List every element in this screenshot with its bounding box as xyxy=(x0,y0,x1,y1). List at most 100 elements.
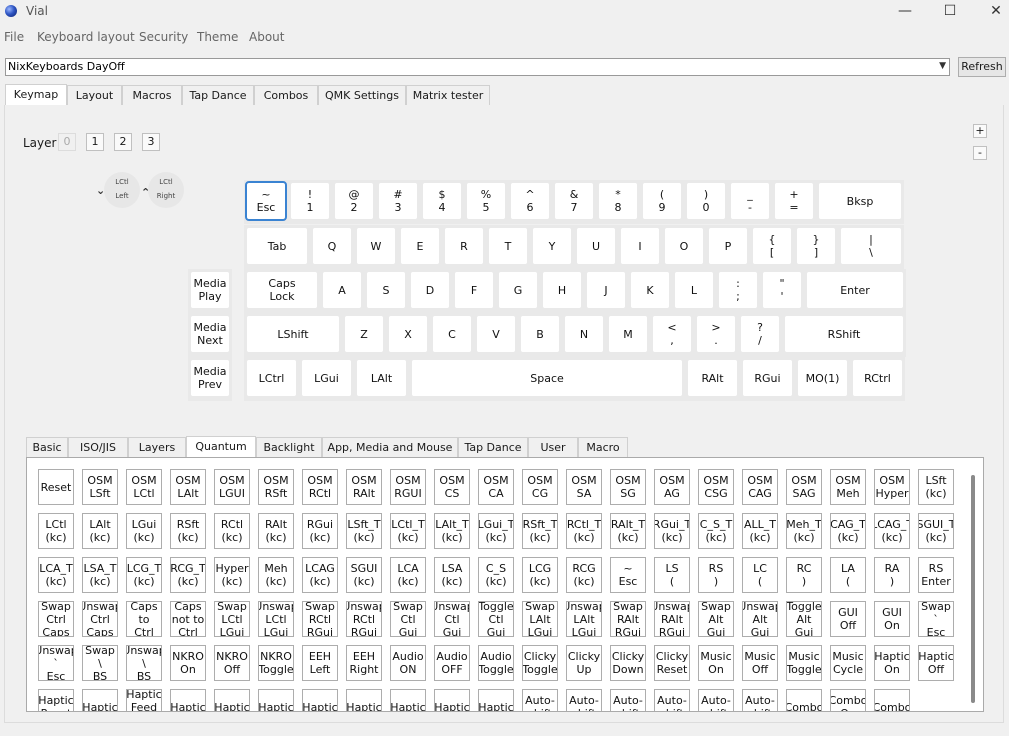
quantum-key[interactable]: Haptic xyxy=(258,689,294,711)
quantum-key[interactable]: OSM LCtl xyxy=(126,469,162,505)
menu-theme[interactable]: Theme xyxy=(197,30,238,44)
quantum-key[interactable]: UnswapAltGui xyxy=(742,601,778,637)
quantum-key[interactable]: Auto-shift xyxy=(698,689,734,711)
refresh-button[interactable]: Refresh xyxy=(958,57,1006,77)
encoder-right[interactable]: LCtl Right xyxy=(148,172,184,208)
keymap-key[interactable]: & 7 xyxy=(552,180,596,224)
quantum-key[interactable]: RSft_T (kc) xyxy=(522,513,558,549)
tab-matrix-tester[interactable]: Matrix tester xyxy=(406,85,490,105)
quantum-key[interactable]: Clicky Down xyxy=(610,645,646,681)
keymap-key[interactable]: | \ xyxy=(838,225,904,269)
keymap-key[interactable]: J xyxy=(584,269,628,313)
quantum-key[interactable]: Auto-shift xyxy=(566,689,602,711)
quantum-key[interactable]: SGUI (kc) xyxy=(346,557,382,593)
menu-file[interactable]: File xyxy=(4,30,24,44)
subtab-basic[interactable]: Basic xyxy=(26,437,68,457)
layer-button-3[interactable]: 3 xyxy=(142,133,160,151)
quantum-key[interactable]: Toggle Alt Gui xyxy=(786,601,822,637)
keymap-key[interactable]: Tab xyxy=(244,225,310,269)
keymap-key[interactable]: * 8 xyxy=(596,180,640,224)
quantum-key[interactable]: EEH Left xyxy=(302,645,338,681)
quantum-key[interactable]: Haptic xyxy=(82,689,118,711)
quantum-key[interactable]: OSM Meh xyxy=(830,469,866,505)
quantum-key[interactable]: Auto-shift xyxy=(610,689,646,711)
subtab-quantum[interactable]: Quantum xyxy=(186,436,256,458)
quantum-key[interactable]: Unswap`Esc xyxy=(38,645,74,681)
keymap-key[interactable]: Bksp xyxy=(816,180,904,224)
quantum-key[interactable]: Swap Alt Gui xyxy=(698,601,734,637)
quantum-key[interactable]: Music Off xyxy=(742,645,778,681)
quantum-key[interactable]: LCG_T (kc) xyxy=(126,557,162,593)
keymap-key[interactable]: Media Play xyxy=(188,269,232,313)
keymap-key[interactable]: G xyxy=(496,269,540,313)
keymap-key[interactable]: Caps Lock xyxy=(244,269,320,313)
keymap-key[interactable]: V xyxy=(474,313,518,357)
quantum-key[interactable]: OSM LAlt xyxy=(170,469,206,505)
keymap-key[interactable]: LGui xyxy=(299,357,354,401)
quantum-key[interactable]: Reset xyxy=(38,469,74,505)
quantum-key[interactable]: Haptic xyxy=(214,689,250,711)
quantum-key[interactable]: Swap Ctl Gui xyxy=(390,601,426,637)
subtab-macro[interactable]: Macro xyxy=(578,437,628,457)
quantum-key[interactable]: Swap ` Esc xyxy=(918,601,954,637)
quantum-key[interactable]: Auto-shift xyxy=(522,689,558,711)
keymap-key[interactable]: D xyxy=(408,269,452,313)
keymap-key[interactable]: RShift xyxy=(782,313,906,357)
keymap-key[interactable]: Enter xyxy=(804,269,906,313)
quantum-key[interactable]: LCAG_T(kc) xyxy=(874,513,910,549)
tab-layout[interactable]: Layout xyxy=(67,85,122,105)
quantum-key[interactable]: Music On xyxy=(698,645,734,681)
layer-button-2[interactable]: 2 xyxy=(114,133,132,151)
quantum-key[interactable]: SGUI_T (kc) xyxy=(918,513,954,549)
quantum-key[interactable]: RA) xyxy=(874,557,910,593)
quantum-key[interactable]: RS) xyxy=(698,557,734,593)
quantum-key[interactable]: ComboOn xyxy=(830,689,866,711)
quantum-key[interactable]: C_S (kc) xyxy=(478,557,514,593)
quantum-key[interactable]: Meh_T (kc) xyxy=(786,513,822,549)
quantum-key[interactable]: NKRO On xyxy=(170,645,206,681)
maximize-button[interactable]: ☐ xyxy=(927,0,973,24)
quantum-key[interactable]: Unswap\BS xyxy=(126,645,162,681)
quantum-key[interactable]: RCG_T (kc) xyxy=(170,557,206,593)
quantum-key[interactable]: UnswapLAltLGui xyxy=(566,601,602,637)
quantum-key[interactable]: RGui (kc) xyxy=(302,513,338,549)
quantum-key[interactable]: OSM LSft xyxy=(82,469,118,505)
keymap-key[interactable]: RAlt xyxy=(685,357,740,401)
quantum-key[interactable]: RS Enter xyxy=(918,557,954,593)
keymap-key[interactable]: LCtrl xyxy=(244,357,299,401)
keymap-key[interactable]: LShift xyxy=(244,313,342,357)
quantum-key[interactable]: Swap RCtl RGui xyxy=(302,601,338,637)
quantum-key[interactable]: OSM SAG xyxy=(786,469,822,505)
keymap-key[interactable]: C xyxy=(430,313,474,357)
quantum-key[interactable]: Hyper (kc) xyxy=(214,557,250,593)
quantum-key[interactable]: Caps not to Ctrl xyxy=(170,601,206,637)
quantum-key[interactable]: Haptic On xyxy=(874,645,910,681)
keymap-key[interactable]: W xyxy=(354,225,398,269)
subtab-tap-dance[interactable]: Tap Dance xyxy=(458,437,528,457)
quantum-key[interactable]: RGui_T (kc) xyxy=(654,513,690,549)
keymap-key[interactable]: >. xyxy=(694,313,738,357)
quantum-key[interactable]: RSft (kc) xyxy=(170,513,206,549)
keymap-key[interactable]: B xyxy=(518,313,562,357)
quantum-key[interactable]: RCtl_T (kc) xyxy=(566,513,602,549)
subtab-backlight[interactable]: Backlight xyxy=(256,437,322,457)
keymap-key[interactable]: @2 xyxy=(332,180,376,224)
quantum-key[interactable]: LSft_T (kc) xyxy=(346,513,382,549)
quantum-key[interactable]: NKRO Off xyxy=(214,645,250,681)
keymap-key[interactable]: :; xyxy=(716,269,760,313)
quantum-key[interactable]: HapticReset xyxy=(38,689,74,711)
keymap-key[interactable]: Q xyxy=(310,225,354,269)
quantum-key[interactable]: Auto-shift xyxy=(654,689,690,711)
quantum-key[interactable]: Haptic xyxy=(434,689,470,711)
quantum-key[interactable]: OSM AG xyxy=(654,469,690,505)
quantum-key[interactable]: UnswapLCtlLGui xyxy=(258,601,294,637)
quantum-key[interactable]: LC( xyxy=(742,557,778,593)
tab-combos[interactable]: Combos xyxy=(254,85,318,105)
quantum-key[interactable]: LAlt_T (kc) xyxy=(434,513,470,549)
quantum-key[interactable]: Music Cycle xyxy=(830,645,866,681)
quantum-key[interactable]: OSM RGUI xyxy=(390,469,426,505)
quantum-key[interactable]: LS( xyxy=(654,557,690,593)
quantum-key[interactable]: LCA_T (kc) xyxy=(38,557,74,593)
tab-qmk-settings[interactable]: QMK Settings xyxy=(318,85,406,105)
quantum-key[interactable]: LSA (kc) xyxy=(434,557,470,593)
